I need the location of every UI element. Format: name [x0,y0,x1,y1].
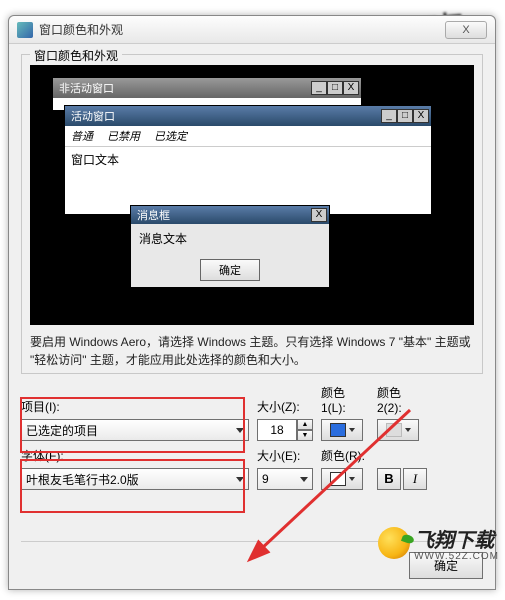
chevron-down-icon [236,477,244,482]
font-label: 字体(F): [21,447,249,464]
italic-button[interactable]: I [403,468,427,490]
preview-body: 窗口文本 [65,146,431,186]
min-icon: _ [381,109,397,123]
description-text: 要启用 Windows Aero，请选择 Windows 主题。只有选择 Win… [30,333,474,369]
preview-area: 非活动窗口 _ □ X 活动窗口 _ □ [30,65,474,325]
dialog-window: 窗口颜色和外观 X 窗口颜色和外观 非活动窗口 _ □ X [8,15,496,590]
chevron-down-icon [349,477,355,481]
color1-swatch [330,423,346,437]
row-font: 字体(F): 叶根友毛笔行书2.0版 大小(E): 9 颜色(R): [21,447,483,490]
font-combo-value: 叶根友毛笔行书2.0版 [26,471,139,488]
item-combo-value: 已选定的项目 [26,422,98,439]
preview-inactive-titlebar: 非活动窗口 _ □ X [53,78,361,98]
bold-button[interactable]: B [377,468,401,490]
app-icon [17,22,33,38]
font-combo[interactable]: 叶根友毛笔行书2.0版 [21,468,249,490]
preview-window-buttons: _ □ X [381,109,429,123]
spin-up-icon[interactable]: ▲ [297,419,313,430]
colorR-button[interactable] [321,468,363,490]
item-label: 项目(I): [21,398,249,415]
size1-label: 大小(Z): [257,398,313,415]
menu-disabled: 已禁用 [107,128,140,144]
logo-icon [378,527,410,559]
content: 窗口颜色和外观 非活动窗口 _ □ X 活动 [9,44,495,506]
colorR-swatch [330,472,346,486]
preview-inactive-title: 非活动窗口 [59,80,311,96]
size2-label: 大小(E): [257,447,313,464]
preview-active-window: 活动窗口 _ □ X 普通 已禁用 已选定 窗口文本 [64,105,432,215]
preview-active-title: 活动窗口 [71,108,381,124]
close-button[interactable]: X [445,21,487,39]
color2-button [377,419,419,441]
group-label: 窗口颜色和外观 [30,47,122,64]
close-icon: X [413,109,429,123]
preview-window-buttons: _ □ X [311,81,359,95]
chevron-down-icon [300,477,308,482]
close-icon: X [343,81,359,95]
close-icon: X [311,208,327,222]
chevron-down-icon [349,428,355,432]
preview-menu: 普通 已禁用 已选定 [65,126,431,146]
item-combo[interactable]: 已选定的项目 [21,419,249,441]
size2-value: 9 [262,472,269,486]
preview-msg-titlebar: 消息框 X [131,206,329,224]
logo-text: 飞翔下载 [414,524,499,553]
size2-combo[interactable]: 9 [257,468,313,490]
preview-messagebox: 消息框 X 消息文本 确定 [130,205,330,288]
color2-swatch [386,423,402,437]
preview-msg-ok: 确定 [200,259,260,281]
preview-msg-body: 消息文本 [131,224,329,253]
menu-normal: 普通 [71,128,93,144]
preview-groupbox: 窗口颜色和外观 非活动窗口 _ □ X 活动 [21,54,483,374]
max-icon: □ [327,81,343,95]
row-item: 项目(I): 已选定的项目 大小(Z): ▲ ▼ [21,384,483,441]
colorR-label: 颜色(R): [321,447,369,464]
color1-label: 颜色 1(L): [321,384,369,415]
controls: 项目(I): 已选定的项目 大小(Z): ▲ ▼ [21,384,483,490]
preview-msg-btnrow: 确定 [131,253,329,287]
titlebar: 窗口颜色和外观 X [9,16,495,44]
color2-label: 颜色 2(2): [377,384,425,415]
spin-down-icon[interactable]: ▼ [297,430,313,441]
chevron-down-icon [405,428,411,432]
watermark-logo: 飞翔下载 WWW.52Z.COM [378,524,499,562]
size1-input[interactable] [257,419,297,441]
min-icon: _ [311,81,327,95]
logo-url: WWW.52Z.COM [414,551,499,562]
chevron-down-icon [236,428,244,433]
window-title: 窗口颜色和外观 [39,21,445,38]
preview-active-titlebar: 活动窗口 _ □ X [65,106,431,126]
size1-spinner[interactable]: ▲ ▼ [257,419,313,441]
menu-selected: 已选定 [154,128,187,144]
preview-msg-title: 消息框 [137,207,311,223]
color1-button[interactable] [321,419,363,441]
max-icon: □ [397,109,413,123]
